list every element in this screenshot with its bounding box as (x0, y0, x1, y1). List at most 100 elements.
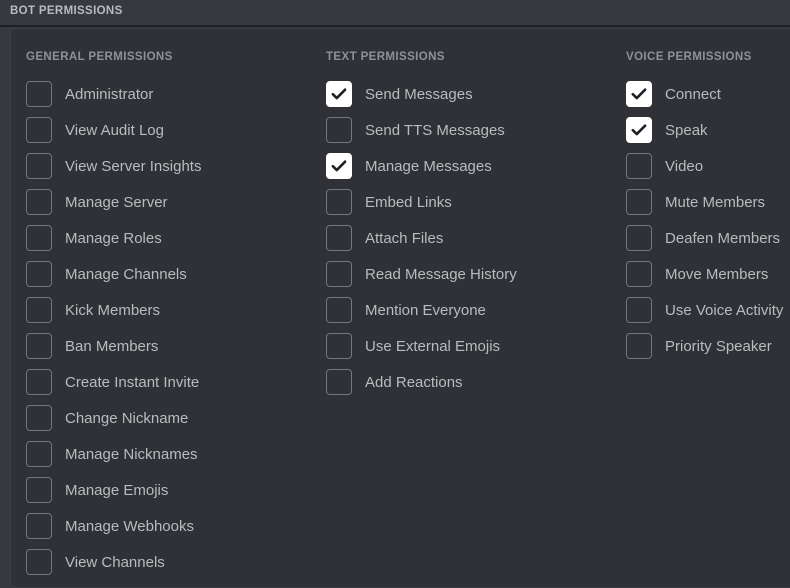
checkbox-unchecked-icon[interactable] (626, 189, 652, 215)
permission-column-general: GENERAL PERMISSIONS Administrator View Aud… (26, 51, 316, 580)
column-header-voice: VOICE PERMISSIONS (626, 51, 752, 63)
bot-permissions-panel: GENERAL PERMISSIONS Administrator View Aud… (10, 28, 790, 588)
permission-row[interactable]: Deafen Members (626, 220, 790, 256)
permission-label: Video (665, 157, 704, 175)
permission-label: Embed Links (365, 193, 452, 211)
permission-row[interactable]: Attach Files (326, 220, 616, 256)
checkbox-unchecked-icon[interactable] (26, 117, 52, 143)
permission-column-text: TEXT PERMISSIONS Send Messages Send TTS Me… (326, 51, 616, 400)
permission-row[interactable]: Administrator (26, 76, 316, 112)
permission-label: Mute Members (665, 193, 766, 211)
checkbox-unchecked-icon[interactable] (26, 405, 52, 431)
checkbox-unchecked-icon[interactable] (326, 369, 352, 395)
checkbox-unchecked-icon[interactable] (626, 297, 652, 323)
permission-label: Manage Server (65, 193, 168, 211)
checkbox-unchecked-icon[interactable] (26, 261, 52, 287)
permission-label: Administrator (65, 85, 154, 103)
checkbox-checked-icon[interactable] (326, 153, 352, 179)
checkbox-unchecked-icon[interactable] (26, 369, 52, 395)
checkbox-unchecked-icon[interactable] (26, 441, 52, 467)
permission-label: Create Instant Invite (65, 373, 200, 391)
permission-row[interactable]: Speak (626, 112, 790, 148)
permission-label: Attach Files (365, 229, 444, 247)
permission-row[interactable]: Create Instant Invite (26, 364, 316, 400)
permission-label: Use Voice Activity (665, 301, 784, 319)
checkbox-unchecked-icon[interactable] (26, 153, 52, 179)
permission-row[interactable]: Manage Nicknames (26, 436, 316, 472)
checkbox-unchecked-icon[interactable] (326, 333, 352, 359)
checkbox-unchecked-icon[interactable] (26, 333, 52, 359)
permission-row[interactable]: Manage Channels (26, 256, 316, 292)
column-header-general: GENERAL PERMISSIONS (26, 51, 173, 63)
permission-row[interactable]: Send Messages (326, 76, 616, 112)
checkbox-checked-icon[interactable] (626, 81, 652, 107)
permission-label: Read Message History (365, 265, 517, 283)
permission-label: Manage Webhooks (65, 517, 194, 535)
permission-row[interactable]: Ban Members (26, 328, 316, 364)
permission-row[interactable]: Mute Members (626, 184, 790, 220)
permission-label: Manage Channels (65, 265, 187, 283)
permission-row[interactable]: Change Nickname (26, 400, 316, 436)
permission-label: Use External Emojis (365, 337, 501, 355)
checkbox-unchecked-icon[interactable] (26, 513, 52, 539)
permission-label: Move Members (665, 265, 769, 283)
checkbox-unchecked-icon[interactable] (26, 477, 52, 503)
permission-row[interactable]: View Audit Log (26, 112, 316, 148)
permission-row[interactable]: Move Members (626, 256, 790, 292)
permission-label: Mention Everyone (365, 301, 486, 319)
permission-label: Change Nickname (65, 409, 189, 427)
permission-column-voice: VOICE PERMISSIONS Connect Speak Video Mute M… (626, 51, 790, 364)
permission-label: Deafen Members (665, 229, 781, 247)
permission-row[interactable]: Use External Emojis (326, 328, 616, 364)
permission-label: Manage Emojis (65, 481, 169, 499)
checkbox-unchecked-icon[interactable] (326, 297, 352, 323)
checkbox-checked-icon[interactable] (326, 81, 352, 107)
permission-label: Ban Members (65, 337, 159, 355)
permission-label: Speak (665, 121, 708, 139)
permission-label: View Audit Log (65, 121, 164, 139)
checkbox-unchecked-icon[interactable] (26, 297, 52, 323)
checkbox-unchecked-icon[interactable] (626, 225, 652, 251)
permission-label: Send TTS Messages (365, 121, 505, 139)
checkbox-unchecked-icon[interactable] (26, 189, 52, 215)
permission-label: Manage Roles (65, 229, 162, 247)
permission-row[interactable]: Send TTS Messages (326, 112, 616, 148)
checkbox-unchecked-icon[interactable] (626, 261, 652, 287)
permission-label: View Server Insights (65, 157, 202, 175)
permission-row[interactable]: View Channels (26, 544, 316, 580)
permission-label: Manage Messages (365, 157, 492, 175)
checkbox-unchecked-icon[interactable] (626, 153, 652, 179)
column-header-text: TEXT PERMISSIONS (326, 51, 445, 63)
permission-row[interactable]: Connect (626, 76, 790, 112)
permission-row[interactable]: Embed Links (326, 184, 616, 220)
topbar: BOT PERMISSIONS (0, 0, 790, 27)
permission-label: Manage Nicknames (65, 445, 198, 463)
checkbox-unchecked-icon[interactable] (26, 549, 52, 575)
permission-row[interactable]: View Server Insights (26, 148, 316, 184)
permission-label: Send Messages (365, 85, 473, 103)
permission-label: Connect (665, 85, 721, 103)
checkbox-unchecked-icon[interactable] (26, 81, 52, 107)
permission-row[interactable]: Manage Roles (26, 220, 316, 256)
permission-label: Kick Members (65, 301, 161, 319)
permission-label: Add Reactions (365, 373, 463, 391)
permission-row[interactable]: Priority Speaker (626, 328, 790, 364)
checkbox-unchecked-icon[interactable] (326, 189, 352, 215)
permission-row[interactable]: Manage Messages (326, 148, 616, 184)
permission-row[interactable]: Read Message History (326, 256, 616, 292)
permission-row[interactable]: Manage Emojis (26, 472, 316, 508)
permission-row[interactable]: Use Voice Activity (626, 292, 790, 328)
permission-row[interactable]: Manage Webhooks (26, 508, 316, 544)
checkbox-unchecked-icon[interactable] (26, 225, 52, 251)
permission-row[interactable]: Video (626, 148, 790, 184)
permission-row[interactable]: Kick Members (26, 292, 316, 328)
checkbox-unchecked-icon[interactable] (326, 261, 352, 287)
checkbox-unchecked-icon[interactable] (326, 117, 352, 143)
checkbox-unchecked-icon[interactable] (626, 333, 652, 359)
permission-row[interactable]: Mention Everyone (326, 292, 616, 328)
checkbox-unchecked-icon[interactable] (326, 225, 352, 251)
permission-row[interactable]: Manage Server (26, 184, 316, 220)
permission-row[interactable]: Add Reactions (326, 364, 616, 400)
page-title: BOT PERMISSIONS (10, 5, 123, 17)
checkbox-checked-icon[interactable] (626, 117, 652, 143)
